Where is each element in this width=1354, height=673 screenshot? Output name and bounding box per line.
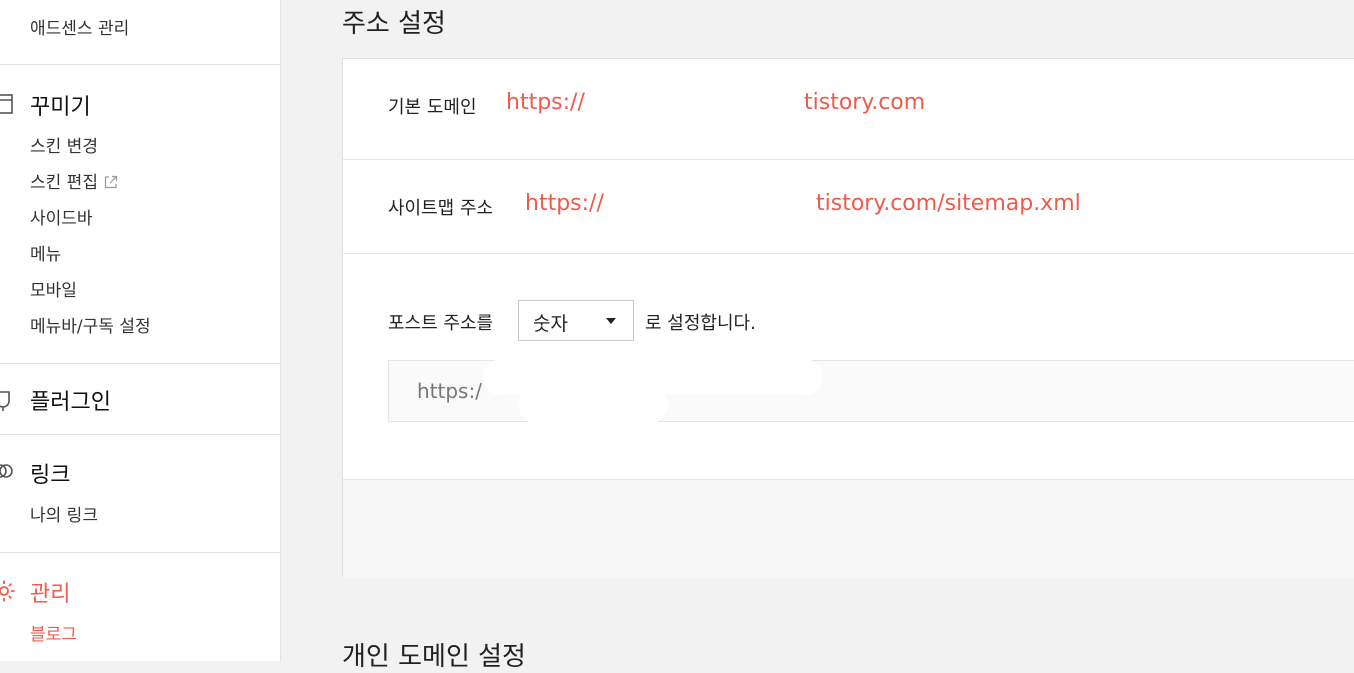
sidebar-item-label: 스킨 편집 <box>30 173 98 193</box>
sidebar-divider <box>0 64 280 65</box>
sidebar-item-adsense[interactable]: 애드센스 관리 <box>30 14 129 39</box>
sidebar-item-skin-edit[interactable]: 스킨 편집 <box>30 168 118 193</box>
external-link-icon <box>104 175 118 189</box>
layout-icon <box>0 94 13 114</box>
post-address-preview-text: https:/ <box>417 379 482 403</box>
sidebar-item-menubar[interactable]: 메뉴바/구독 설정 <box>30 312 151 337</box>
sidebar-item-menu[interactable]: 메뉴 <box>30 240 61 265</box>
sidebar-divider <box>0 434 280 435</box>
default-domain-prefix: https:// <box>506 90 585 115</box>
page-title: 주소 설정 <box>342 9 446 39</box>
row-divider <box>343 253 1354 254</box>
sidebar-item-my-link[interactable]: 나의 링크 <box>30 501 98 526</box>
post-address-label: 포스트 주소를 <box>388 313 494 334</box>
redaction-mask <box>518 384 668 424</box>
plug-icon <box>0 391 10 411</box>
redaction-mask <box>609 187 812 221</box>
section-title-custom-domain: 개인 도메인 설정 <box>342 642 526 672</box>
sitemap-suffix: tistory.com/sitemap.xml <box>816 191 1081 216</box>
sidebar-item-sidebar[interactable]: 사이드바 <box>30 204 93 229</box>
row-divider <box>343 159 1354 160</box>
sidebar-section-manage[interactable]: 관리 <box>30 576 70 608</box>
sidebar: 애드센스 관리 꾸미기 스킨 변경 스킨 편집 사이드바 메뉴 모바일 메뉴바/… <box>0 0 281 661</box>
sidebar-item-blog[interactable]: 블로그 <box>30 620 77 645</box>
default-domain-label: 기본 도메인 <box>388 97 477 118</box>
sidebar-divider <box>0 552 280 553</box>
sidebar-item-mobile[interactable]: 모바일 <box>30 276 77 301</box>
post-address-select[interactable]: 숫자 <box>518 300 634 341</box>
post-address-suffix: 로 설정합니다. <box>645 313 756 334</box>
sidebar-section-decorate[interactable]: 꾸미기 <box>30 89 91 121</box>
address-settings-panel: 기본 도메인 https:// tistory.com 사이트맵 주소 http… <box>342 58 1354 578</box>
sidebar-item-skin-change[interactable]: 스킨 변경 <box>30 132 98 157</box>
post-address-selected: 숫자 <box>533 313 568 335</box>
chevron-down-icon <box>606 318 616 324</box>
sidebar-section-plugin[interactable]: 플러그인 <box>30 384 111 416</box>
default-domain-suffix: tistory.com <box>804 90 926 115</box>
sidebar-divider <box>0 363 280 364</box>
sidebar-section-link[interactable]: 링크 <box>30 457 70 489</box>
sitemap-prefix: https:// <box>525 191 604 216</box>
sitemap-label: 사이트맵 주소 <box>388 198 494 219</box>
gear-icon <box>0 580 15 602</box>
panel-footer <box>343 480 1354 578</box>
main-content: 주소 설정 기본 도메인 https:// tistory.com 사이트맵 주… <box>282 0 1354 672</box>
redaction-mask <box>590 87 800 121</box>
link-icon <box>0 464 13 478</box>
